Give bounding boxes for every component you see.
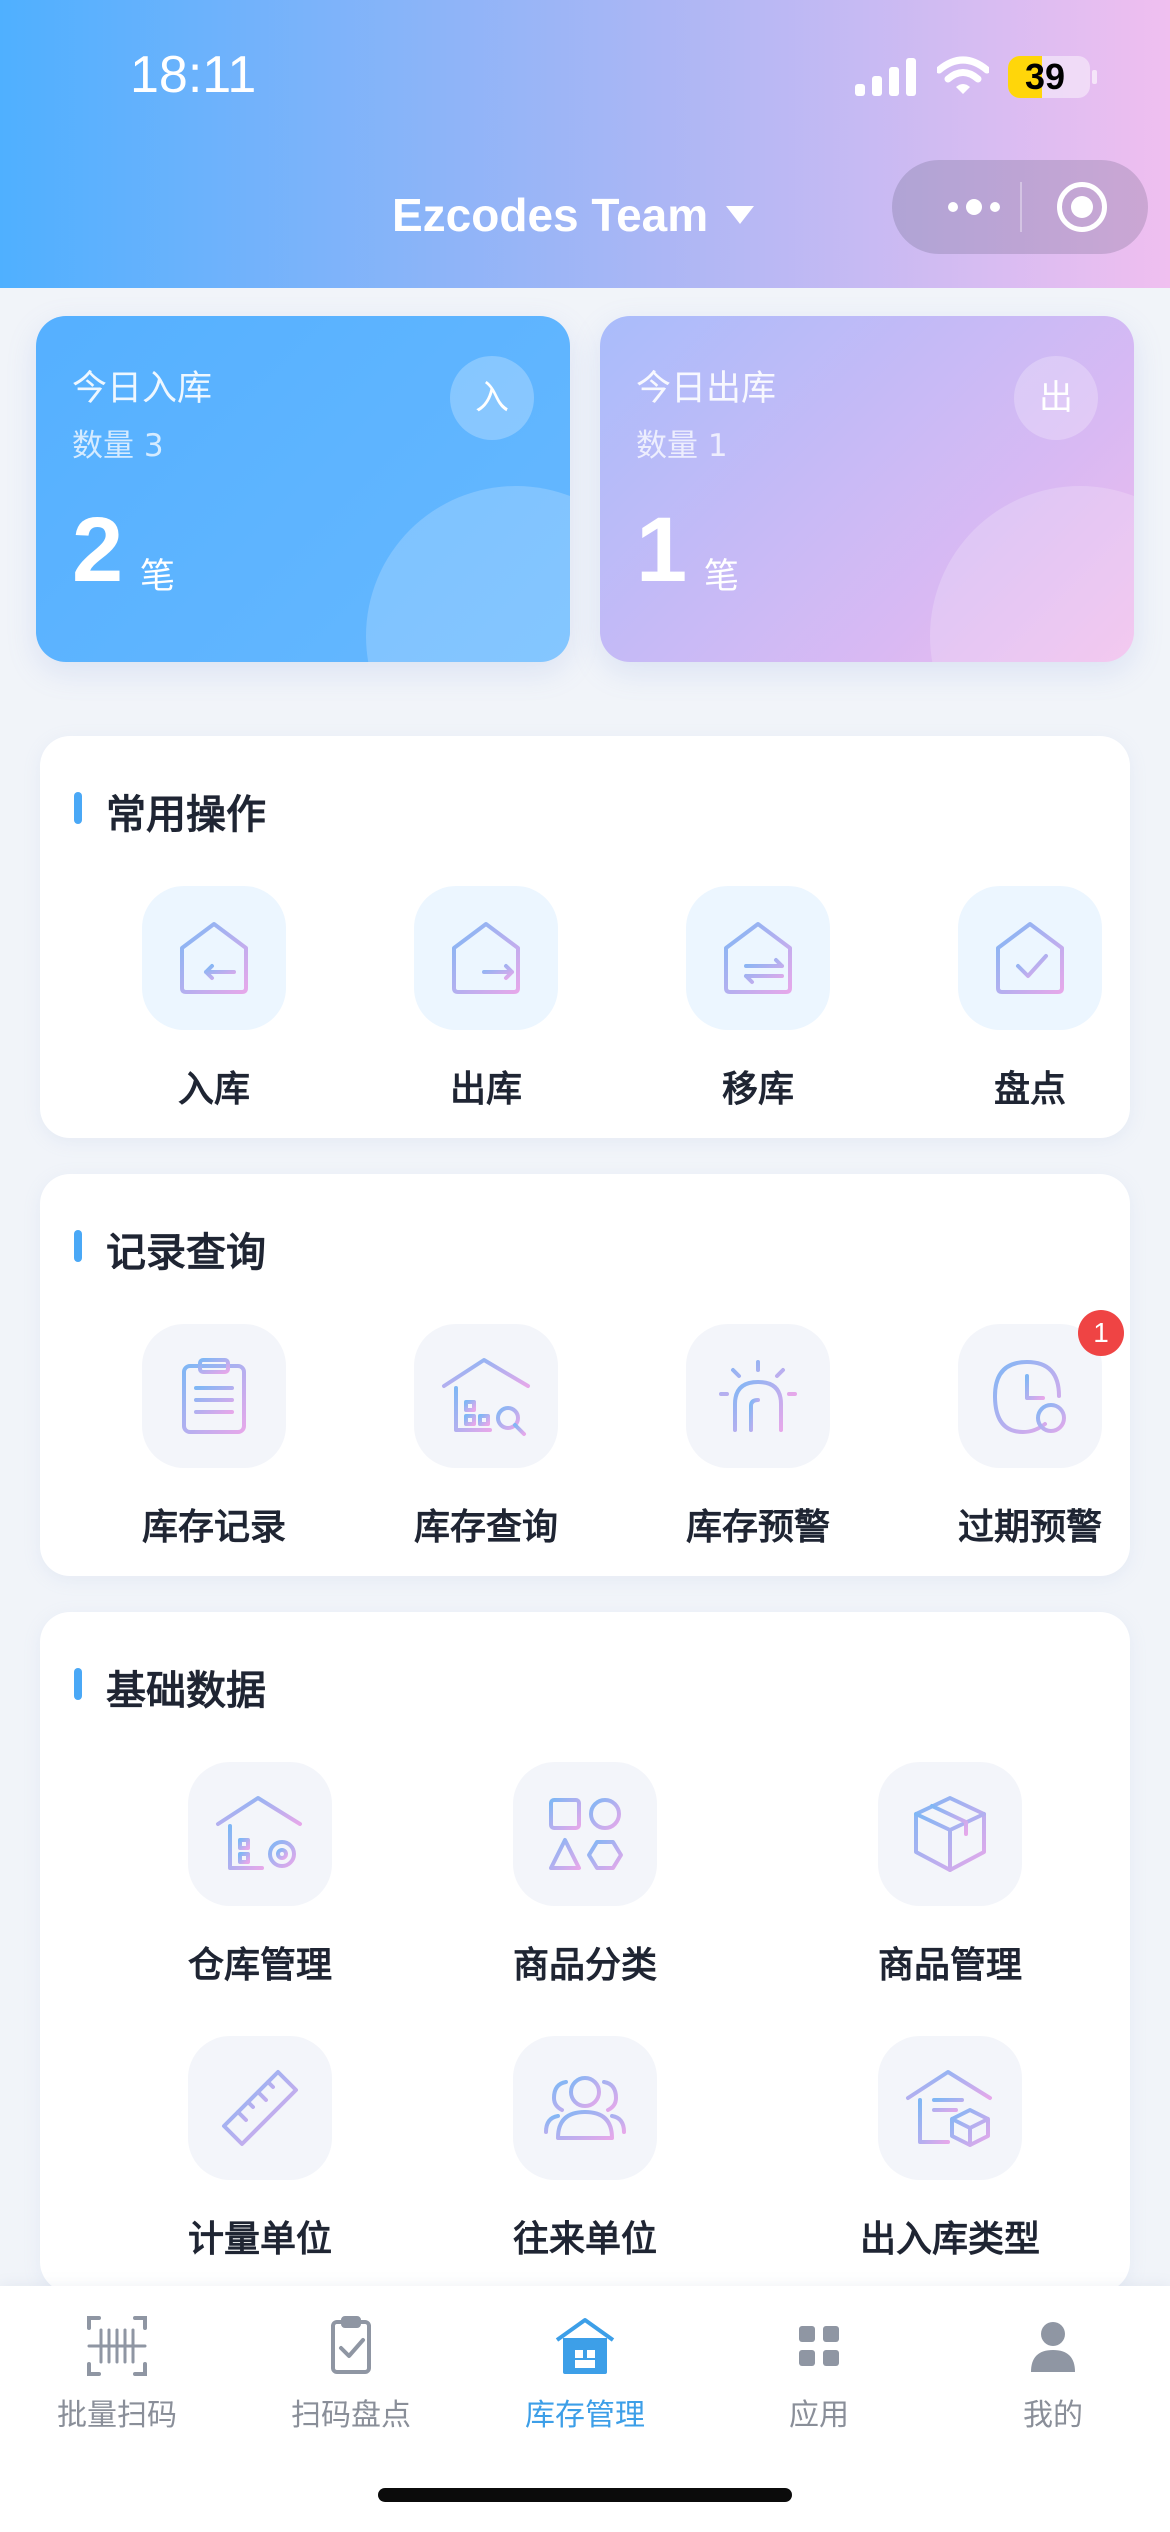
- warehouse-management[interactable]: 仓库管理: [140, 1762, 380, 1988]
- section-title: 基础数据: [106, 1668, 266, 1714]
- stock-query[interactable]: 库存查询: [366, 1324, 606, 1550]
- tab-batch-scan[interactable]: 批量扫码: [0, 2286, 234, 2436]
- common-operations-section: 常用操作 入库 出库 移库 盘点: [40, 736, 1130, 1138]
- grid-icon: [799, 2326, 839, 2366]
- warehouse-move-icon: [724, 922, 792, 994]
- section-title: 记录查询: [106, 1230, 266, 1276]
- more-icon[interactable]: [928, 160, 1020, 254]
- tab-label: 应用: [789, 2398, 849, 2433]
- stat-title: 今日入库: [72, 369, 213, 409]
- warehouse-box-icon: [906, 2070, 992, 2147]
- warehouse-out-icon: [452, 922, 520, 994]
- stock-warning[interactable]: 库存预警: [638, 1324, 878, 1550]
- tab-label: 批量扫码: [57, 2398, 177, 2433]
- item-label: 库存记录: [141, 1507, 286, 1548]
- battery-indicator: 39: [1008, 56, 1090, 98]
- stat-unit: 笔: [704, 557, 740, 597]
- item-label: 出入库类型: [859, 2219, 1040, 2260]
- record-query-section: 记录查询 库存记录 库存查询 库存预警 1 过期预警: [40, 1174, 1130, 1576]
- product-management[interactable]: 商品管理: [830, 1762, 1070, 1988]
- people-icon: [544, 2076, 626, 2140]
- op-outbound[interactable]: 出库: [366, 886, 606, 1112]
- item-label: 库存预警: [685, 1507, 830, 1548]
- close-miniprogram-icon[interactable]: [1057, 182, 1107, 232]
- header: 18:11 39 Ezcodes Team: [0, 0, 1170, 288]
- today-inbound-card[interactable]: 今日入库 数量 3 2 笔 入: [36, 316, 570, 662]
- item-label: 移库: [721, 1069, 794, 1110]
- stat-unit: 笔: [140, 557, 176, 597]
- basic-data-section: 基础数据 仓库管理 商品分类 商品管理 计量单位 往来单位 出入库类型: [40, 1612, 1130, 2292]
- op-inbound[interactable]: 入库: [94, 886, 334, 1112]
- clock-alert-icon: [993, 1360, 1066, 1434]
- warehouse-in-icon: [180, 922, 248, 994]
- user-icon: [1031, 2322, 1075, 2372]
- caret-down-icon: [726, 206, 755, 224]
- tab-label: 我的: [1023, 2398, 1083, 2433]
- battery-cap: [1092, 70, 1097, 84]
- barcode-scan-icon: [87, 2316, 147, 2376]
- tab-label: 库存管理: [525, 2398, 645, 2433]
- alarm-light-icon: [719, 1360, 797, 1432]
- today-outbound-card[interactable]: 今日出库 数量 1 1 笔 出: [600, 316, 1134, 662]
- item-label: 计量单位: [187, 2219, 332, 2260]
- item-label: 盘点: [993, 1069, 1066, 1110]
- section-title: 常用操作: [106, 792, 266, 838]
- shapes-icon: [549, 1798, 623, 1870]
- home-indicator: [378, 2488, 792, 2502]
- item-label: 过期预警: [957, 1507, 1102, 1548]
- item-label: 商品分类: [512, 1945, 657, 1986]
- inbound-badge: 入: [450, 356, 534, 440]
- measurement-unit[interactable]: 计量单位: [140, 2036, 380, 2262]
- outbound-badge: 出: [1014, 356, 1098, 440]
- ruler-icon: [222, 2070, 298, 2146]
- tab-stock-management[interactable]: 库存管理: [468, 2286, 702, 2436]
- item-label: 出库: [449, 1069, 522, 1110]
- battery-level: 39: [1024, 56, 1066, 97]
- business-partners[interactable]: 往来单位: [465, 2036, 705, 2262]
- expiry-warning[interactable]: 1 过期预警: [910, 1310, 1150, 1550]
- stat-value: 1: [636, 499, 688, 601]
- warehouse-settings-icon: [216, 1796, 302, 1870]
- tab-mine[interactable]: 我的: [936, 2286, 1170, 2436]
- tab-label: 扫码盘点: [291, 2398, 411, 2433]
- op-move[interactable]: 移库: [638, 886, 878, 1112]
- signal-icon: [855, 58, 916, 96]
- tab-apps[interactable]: 应用: [702, 2286, 936, 2436]
- warehouse-search-icon: [442, 1358, 530, 1436]
- item-label: 仓库管理: [187, 1945, 332, 1986]
- team-name: Ezcodes Team: [392, 189, 709, 241]
- warehouse-icon: [555, 2318, 615, 2374]
- stat-value: 2: [72, 499, 124, 601]
- wifi-icon: [937, 56, 989, 94]
- stat-quantity: 数量 3: [72, 428, 164, 464]
- inout-types[interactable]: 出入库类型: [830, 2036, 1070, 2262]
- box-icon: [914, 1796, 986, 1872]
- clipboard-check-icon: [331, 2316, 371, 2374]
- tab-scan-check[interactable]: 扫码盘点: [234, 2286, 468, 2436]
- miniprogram-capsule: [892, 160, 1148, 254]
- item-label: 入库: [177, 1069, 250, 1110]
- stat-title: 今日出库: [636, 369, 777, 409]
- stat-quantity: 数量 1: [636, 428, 728, 464]
- stock-records[interactable]: 库存记录: [94, 1324, 334, 1550]
- item-label: 库存查询: [413, 1507, 558, 1548]
- product-category[interactable]: 商品分类: [465, 1762, 705, 1988]
- status-time: 18:11: [130, 46, 257, 104]
- clipboard-icon: [182, 1358, 246, 1434]
- op-check[interactable]: 盘点: [910, 886, 1150, 1112]
- notification-badge: 1: [1078, 1310, 1124, 1356]
- item-label: 往来单位: [512, 2219, 657, 2260]
- item-label: 商品管理: [877, 1945, 1022, 1986]
- team-selector[interactable]: Ezcodes Team: [392, 180, 755, 250]
- warehouse-check-icon: [996, 922, 1064, 994]
